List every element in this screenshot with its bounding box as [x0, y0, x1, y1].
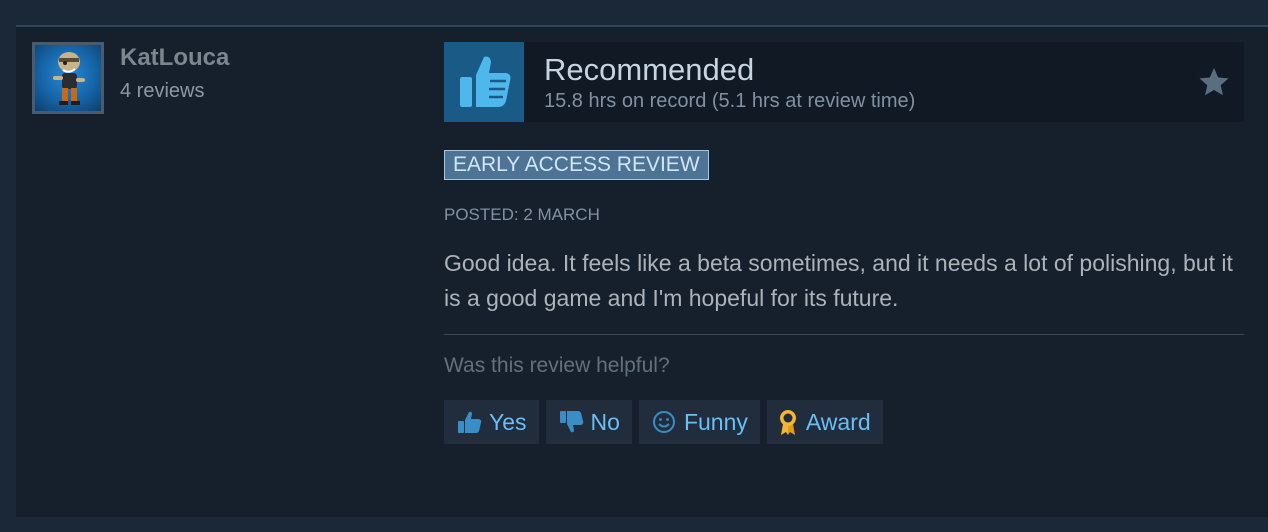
- posted-date: POSTED: 2 MARCH: [444, 205, 600, 224]
- yes-button[interactable]: Yes: [444, 400, 539, 444]
- vote-buttons: Yes No Funny Award: [444, 400, 883, 444]
- review-text: Good idea. It feels like a beta sometime…: [444, 250, 1233, 311]
- reviewer-review-count[interactable]: 4 reviews: [120, 80, 204, 103]
- recommendation-title: Recommended: [544, 52, 755, 87]
- no-button[interactable]: No: [545, 400, 632, 444]
- thumbs-up-icon: [444, 42, 524, 122]
- helpful-question: Was this review helpful?: [444, 354, 670, 377]
- star-icon[interactable]: [1198, 66, 1230, 98]
- avatar[interactable]: [32, 42, 104, 114]
- character-avatar-icon: [35, 45, 101, 111]
- no-label: No: [590, 408, 620, 435]
- award-ribbon-icon: [779, 410, 796, 435]
- reviewer-name[interactable]: KatLouca: [120, 44, 229, 72]
- thumbs-up-icon: [458, 411, 482, 433]
- early-access-badge: EARLY ACCESS REVIEW: [444, 150, 709, 180]
- yes-label: Yes: [489, 408, 527, 435]
- award-label: Award: [805, 408, 871, 435]
- thumbs-down-icon: [559, 411, 583, 433]
- award-button[interactable]: Award: [766, 400, 883, 444]
- vote-header[interactable]: Recommended 15.8 hrs on record (5.1 hrs …: [444, 42, 1244, 122]
- funny-button[interactable]: Funny: [638, 400, 760, 444]
- playtime-hours: 15.8 hrs on record (5.1 hrs at review ti…: [544, 90, 916, 112]
- funny-label: Funny: [683, 408, 748, 435]
- divider: [444, 334, 1244, 335]
- smiley-icon: [652, 411, 675, 433]
